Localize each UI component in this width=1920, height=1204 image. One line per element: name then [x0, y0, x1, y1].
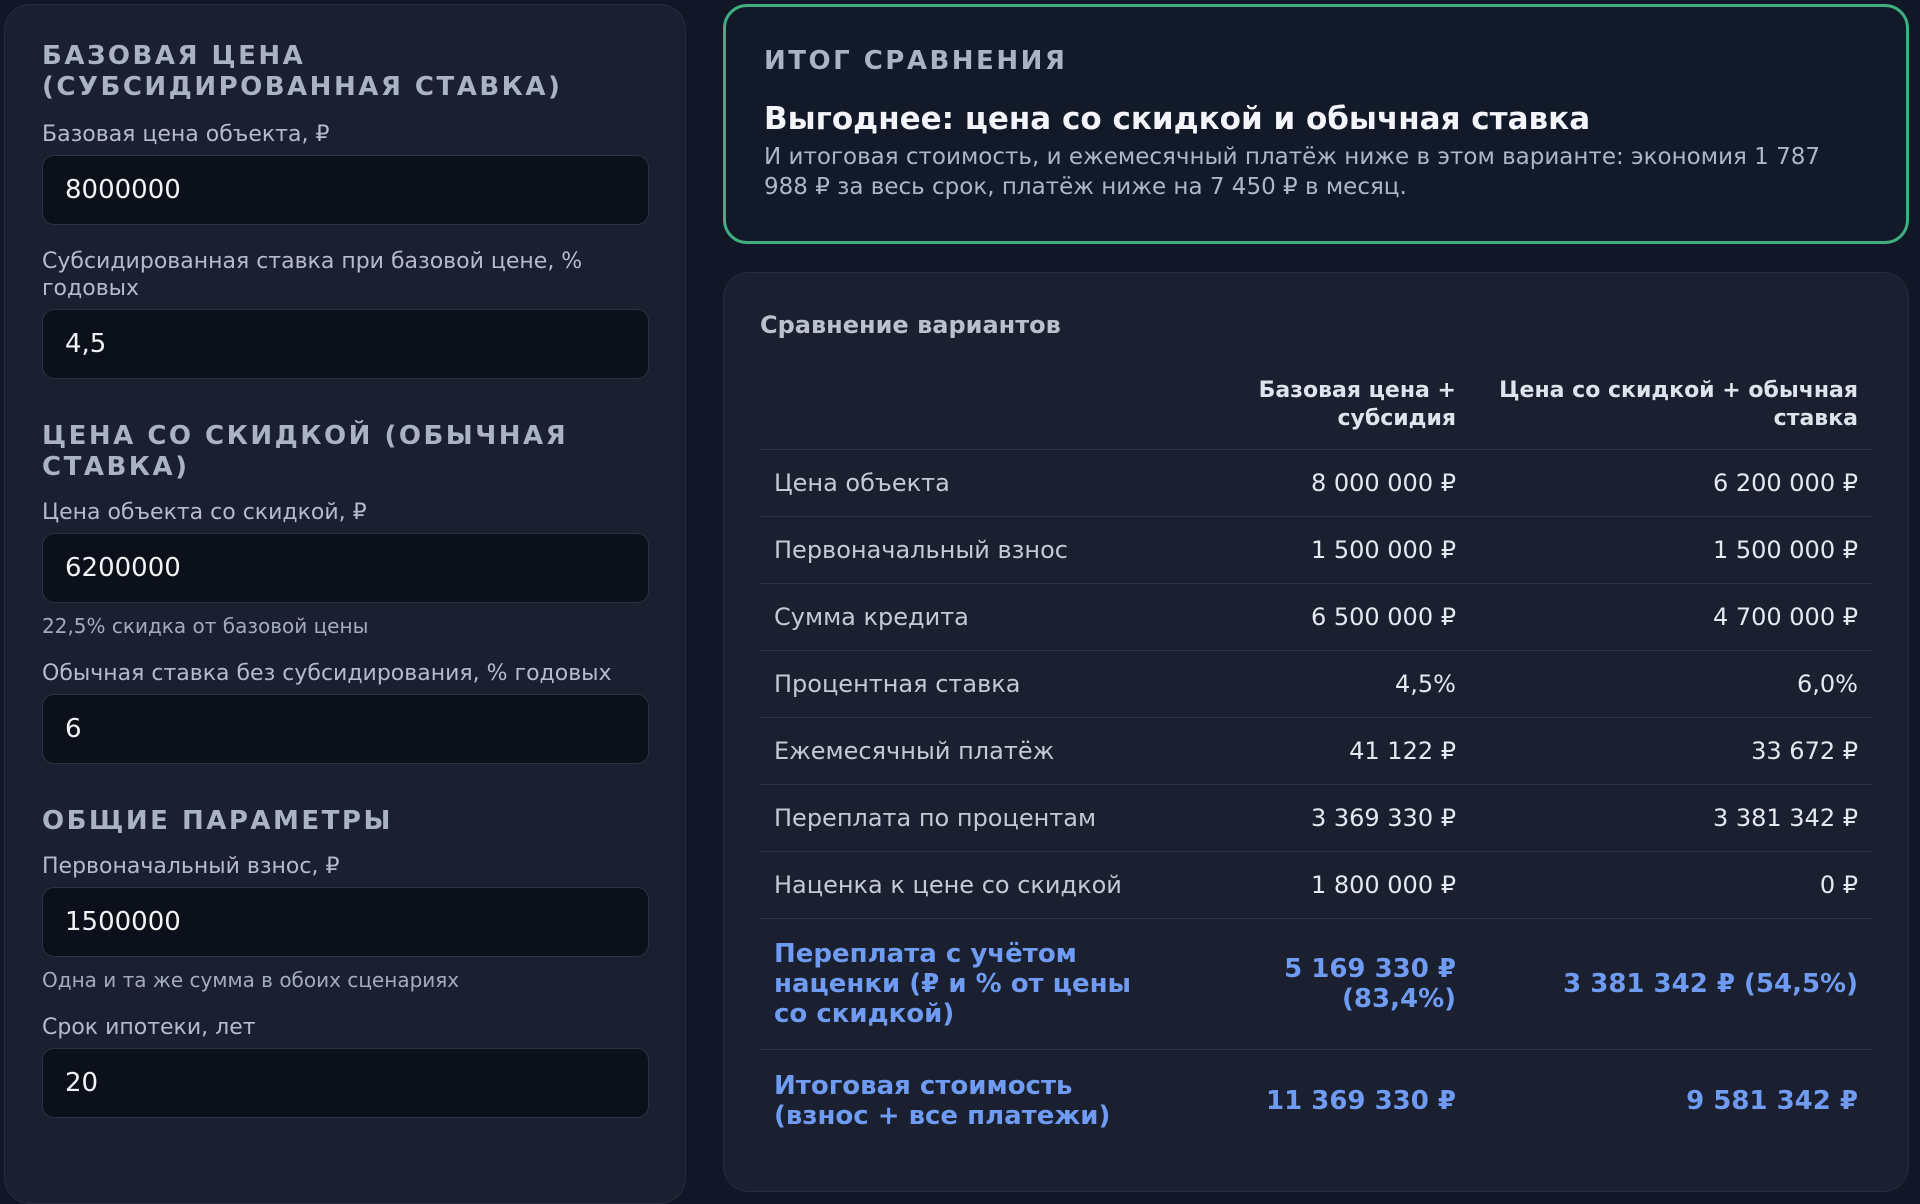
header-empty-cell — [760, 377, 1180, 450]
row-label: Наценка к цене со скидкой — [760, 851, 1180, 919]
row-label: Сумма кредита — [760, 583, 1180, 651]
discount-price-input[interactable] — [42, 533, 649, 603]
regular-rate-label: Обычная ставка без субсидирования, % год… — [42, 661, 612, 686]
column-header-discount-regular-text: Цена со скидкой + обычная ставка — [1499, 378, 1858, 431]
common-params-section-title: ОБЩИЕ ПАРАМЕТРЫ — [42, 806, 393, 836]
discount-percent-hint: 22,5% скидка от базовой цены — [42, 614, 369, 638]
regular-rate-input[interactable] — [42, 694, 649, 764]
row-label: Переплата по процентам — [760, 784, 1180, 852]
row-label: Переплата с учётом наценки (₽ и % от цен… — [760, 918, 1180, 1050]
table-row: Ежемесячный платёж 41 122 ₽ 33 672 ₽ — [760, 717, 1872, 785]
table-row: Наценка к цене со скидкой 1 800 000 ₽ 0 … — [760, 851, 1872, 919]
term-input[interactable] — [42, 1048, 649, 1118]
cell-discount-regular: 33 672 ₽ — [1470, 717, 1872, 785]
table-row-highlight: Переплата с учётом наценки (₽ и % от цен… — [760, 918, 1872, 1050]
row-label: Итоговая стоимость (взнос + все платежи) — [760, 1050, 1180, 1152]
cell-discount-regular: 0 ₽ — [1470, 851, 1872, 919]
cell-base-subsidy: 1 800 000 ₽ — [1180, 851, 1470, 919]
cell-discount-regular: 3 381 342 ₽ — [1470, 784, 1872, 852]
base-price-label: Базовая цена объекта, ₽ — [42, 122, 330, 147]
subsidized-rate-input[interactable] — [42, 309, 649, 379]
comparison-table-card: Сравнение вариантов Базовая цена + субси… — [723, 272, 1909, 1192]
column-header-discount-regular: Цена со скидкой + обычная ставка — [1470, 377, 1872, 450]
subsidized-rate-label: Субсидированная ставка при базовой цене,… — [42, 249, 583, 301]
inputs-panel: БАЗОВАЯ ЦЕНА (СУБСИДИРОВАННАЯ СТАВКА) Ба… — [4, 4, 686, 1204]
table-row: Процентная ставка 4,5% 6,0% — [760, 650, 1872, 718]
base-price-section-title: БАЗОВАЯ ЦЕНА (СУБСИДИРОВАННАЯ СТАВКА) — [42, 41, 563, 102]
cell-base-subsidy: 41 122 ₽ — [1180, 717, 1470, 785]
down-payment-label: Первоначальный взнос, ₽ — [42, 854, 340, 879]
cell-discount-regular: 4 700 000 ₽ — [1470, 583, 1872, 651]
row-label: Ежемесячный платёж — [760, 717, 1180, 785]
table-row: Цена объекта 8 000 000 ₽ 6 200 000 ₽ — [760, 449, 1872, 517]
cell-base-subsidy: 6 500 000 ₽ — [1180, 583, 1470, 651]
term-label: Срок ипотеки, лет — [42, 1015, 256, 1040]
cell-discount-regular: 3 381 342 ₽ (54,5%) — [1470, 918, 1872, 1050]
comparison-table: Базовая цена + субсидия Цена со скидкой … — [760, 377, 1872, 1152]
row-label: Цена объекта — [760, 449, 1180, 517]
column-header-base-subsidy: Базовая цена + субсидия — [1180, 377, 1470, 450]
column-header-base-subsidy-text: Базовая цена + субсидия — [1258, 378, 1456, 431]
down-payment-input[interactable] — [42, 887, 649, 957]
cell-base-subsidy: 5 169 330 ₽ (83,4%) — [1180, 918, 1470, 1050]
cell-discount-regular: 6,0% — [1470, 650, 1872, 718]
cell-discount-regular: 9 581 342 ₽ — [1686, 1085, 1858, 1116]
cell-base-subsidy: 1 500 000 ₽ — [1180, 516, 1470, 584]
summary-heading: ИТОГ СРАВНЕНИЯ — [764, 46, 1068, 76]
summary-description: И итоговая стоимость, и ежемесячный плат… — [764, 144, 1821, 200]
row-label: Процентная ставка — [760, 650, 1180, 718]
comparison-table-title: Сравнение вариантов — [760, 311, 1061, 339]
cell-discount-regular: 1 500 000 ₽ — [1470, 516, 1872, 584]
comparison-summary-card: ИТОГ СРАВНЕНИЯ Выгоднее: цена со скидкой… — [723, 4, 1909, 244]
summary-verdict: Выгоднее: цена со скидкой и обычная став… — [764, 101, 1591, 137]
cell-discount-regular: 6 200 000 ₽ — [1470, 449, 1872, 517]
table-header-row: Базовая цена + субсидия Цена со скидкой … — [760, 377, 1872, 450]
down-payment-hint: Одна и та же сумма в обоих сценариях — [42, 968, 460, 992]
table-row: Сумма кредита 6 500 000 ₽ 4 700 000 ₽ — [760, 583, 1872, 651]
base-price-input[interactable] — [42, 155, 649, 225]
cell-base-subsidy: 11 369 330 ₽ — [1266, 1085, 1456, 1116]
discount-price-label: Цена объекта со скидкой, ₽ — [42, 500, 367, 525]
cell-base-subsidy: 3 369 330 ₽ — [1180, 784, 1470, 852]
discount-price-section-title: ЦЕНА СО СКИДКОЙ (ОБЫЧНАЯ СТАВКА) — [42, 421, 569, 482]
row-label: Первоначальный взнос — [760, 516, 1180, 584]
table-row-highlight: Итоговая стоимость (взнос + все платежи)… — [760, 1050, 1872, 1152]
table-row: Первоначальный взнос 1 500 000 ₽ 1 500 0… — [760, 516, 1872, 584]
row-label-text: Итоговая стоимость (взнос + все платежи) — [774, 1070, 1111, 1131]
cell-base-subsidy: 4,5% — [1180, 650, 1470, 718]
cell-base-subsidy: 8 000 000 ₽ — [1180, 449, 1470, 517]
table-row: Переплата по процентам 3 369 330 ₽ 3 381… — [760, 784, 1872, 852]
row-label-text: Переплата с учётом наценки (₽ и % от цен… — [774, 939, 1132, 1029]
